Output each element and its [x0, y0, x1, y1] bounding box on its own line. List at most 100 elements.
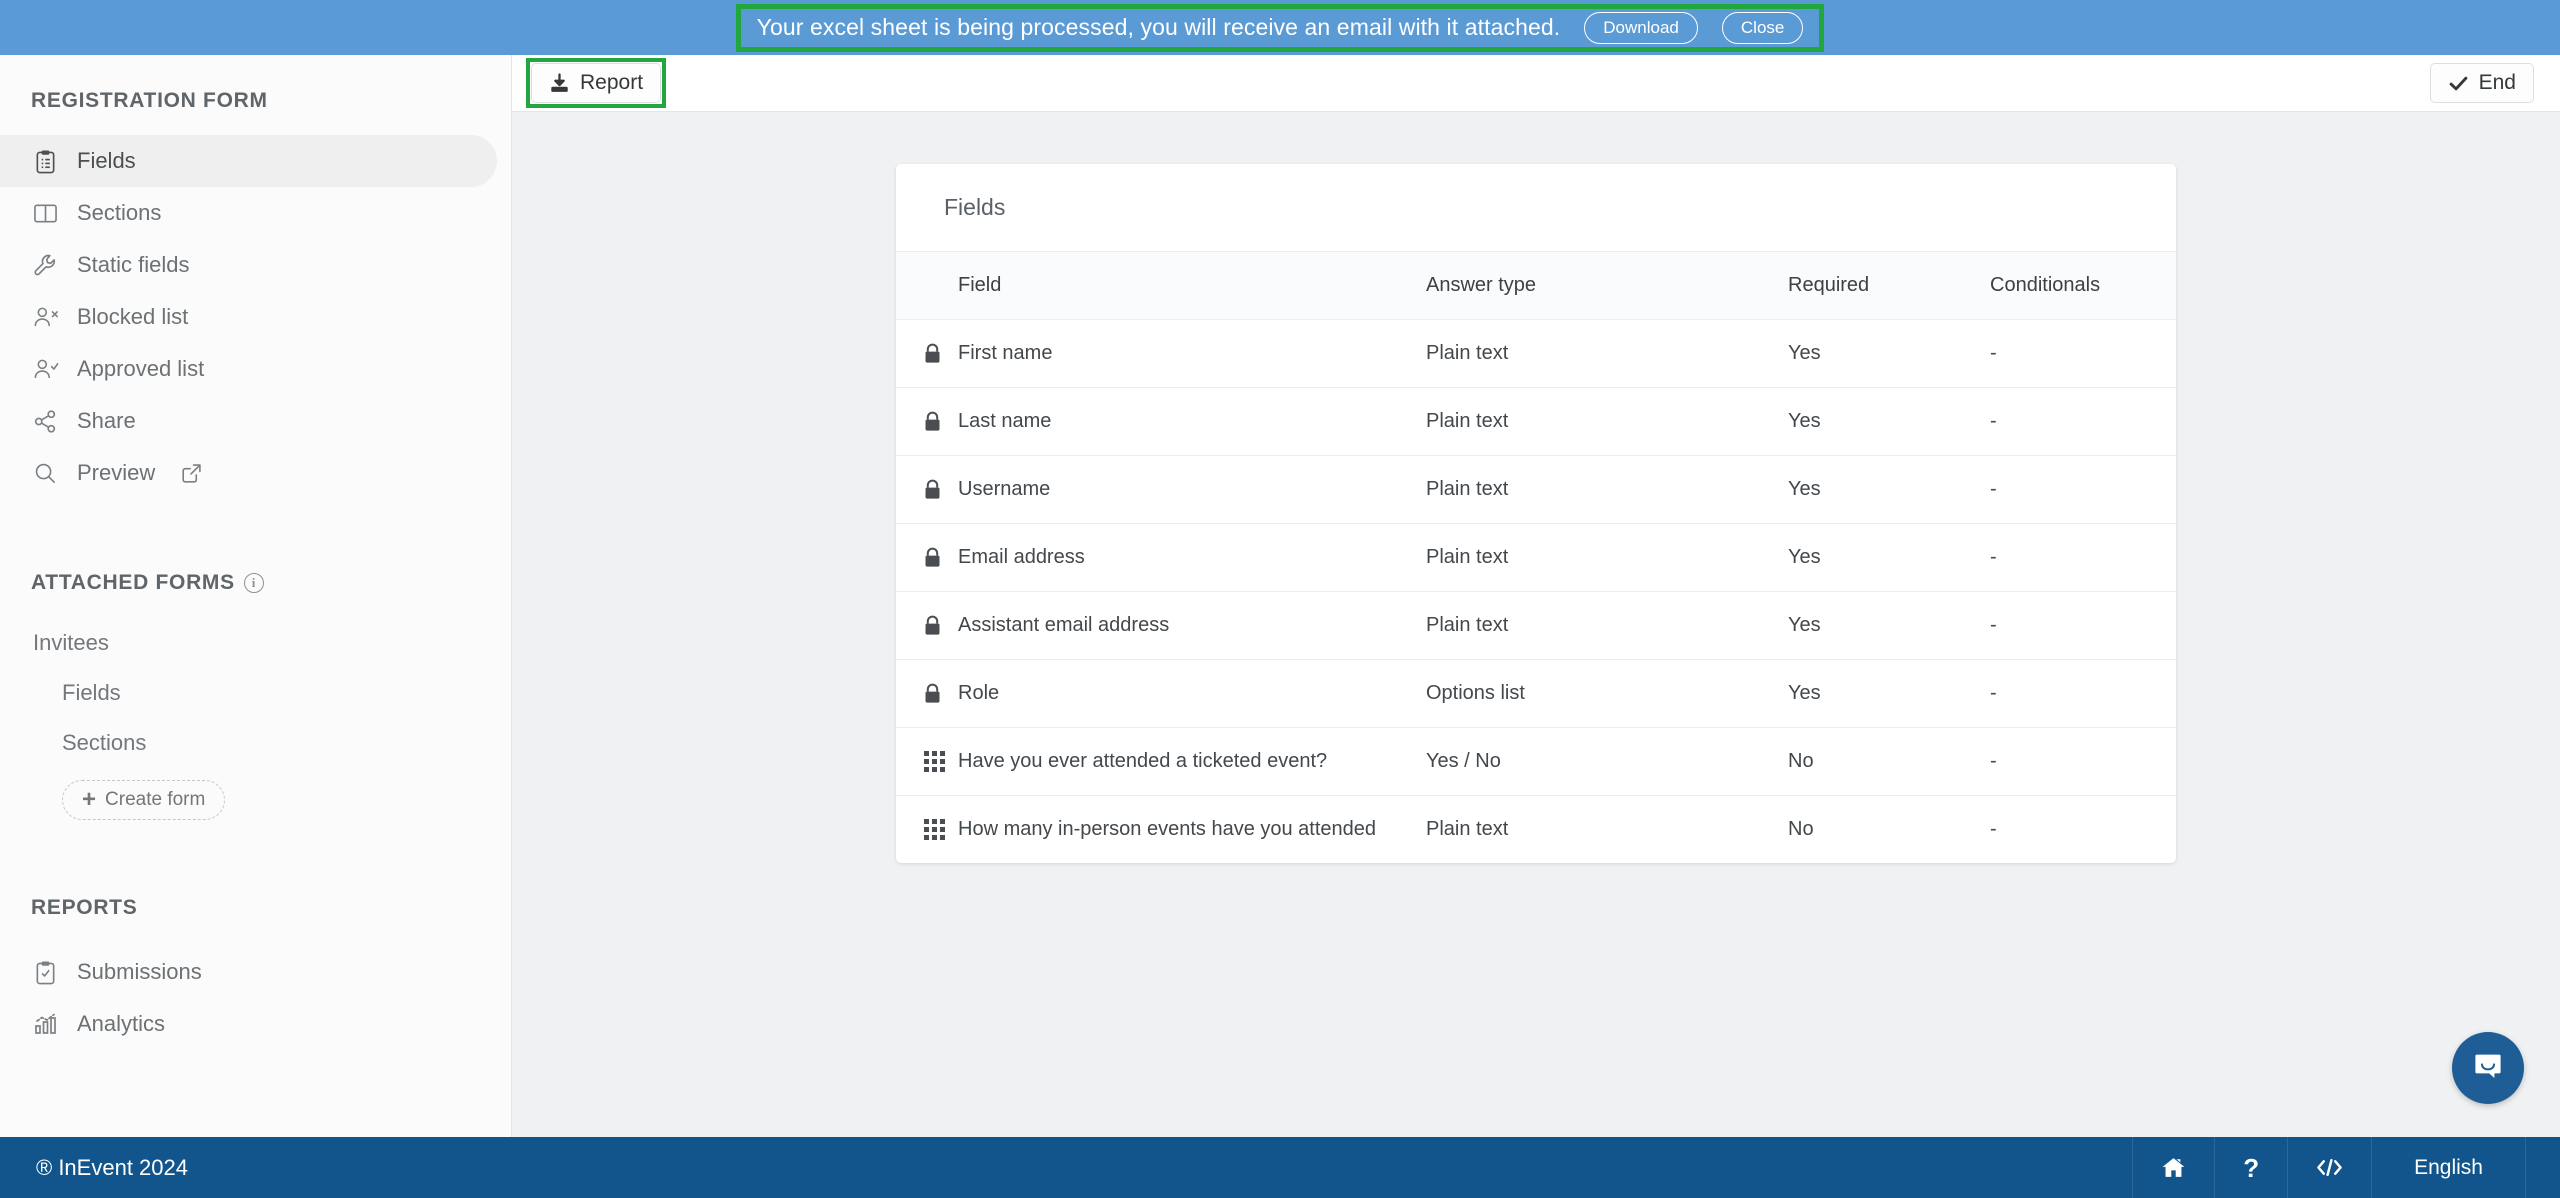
row-icon-cell — [896, 387, 958, 456]
sidebar-item-analytics[interactable]: Analytics — [0, 998, 511, 1050]
notification-banner-box: Your excel sheet is being processed, you… — [735, 3, 1825, 52]
report-label: Report — [580, 71, 644, 94]
footer-copyright: ® InEvent 2024 — [36, 1154, 188, 1180]
attached-child-label: Fields — [62, 680, 121, 705]
sidebar-item-label: Sections — [77, 200, 162, 225]
row-answer-type: Plain text — [1426, 319, 1788, 388]
fields-table: Field Answer type Required Conditionals … — [896, 251, 2176, 863]
lock-icon — [920, 343, 958, 364]
sidebar-item-approved-list[interactable]: Approved list — [0, 343, 511, 395]
sidebar-section-label: ATTACHED FORMS — [31, 571, 235, 594]
row-field: How many in-person events have you atten… — [958, 818, 1377, 840]
sidebar-item-static-fields[interactable]: Static fields — [0, 239, 511, 291]
row-required: Yes — [1788, 659, 1990, 728]
lock-icon — [920, 683, 958, 704]
row-answer-type: Options list — [1426, 659, 1788, 728]
footer-bar: ® InEvent 2024 ? English — [0, 1137, 2560, 1198]
row-field: Email address — [958, 523, 1426, 592]
footer-home-button[interactable] — [2132, 1137, 2214, 1198]
footer-actions: ? English — [2132, 1137, 2526, 1198]
sidebar-item-blocked-list[interactable]: Blocked list — [0, 291, 511, 343]
info-icon[interactable]: i — [243, 573, 264, 593]
footer-language-selector[interactable]: English — [2371, 1137, 2526, 1198]
row-answer-type: Plain text — [1426, 523, 1788, 592]
sidebar-item-share[interactable]: Share — [0, 395, 511, 447]
row-conditionals: - — [1990, 727, 2176, 796]
row-field: Assistant email address — [958, 591, 1426, 660]
end-button[interactable]: End — [2429, 63, 2534, 103]
row-icon-cell — [896, 455, 958, 524]
sidebar-item-label: Analytics — [77, 1011, 166, 1036]
table-row[interactable]: Username Plain text Yes - — [896, 455, 2176, 524]
plus-icon: + — [82, 786, 97, 813]
grid-icon[interactable] — [920, 819, 958, 840]
row-conditionals: - — [1990, 659, 2176, 728]
notification-message: Your excel sheet is being processed, you… — [756, 14, 1561, 40]
sidebar-item-label: Share — [77, 408, 136, 433]
table-row[interactable]: Email address Plain text Yes - — [896, 523, 2176, 592]
table-row[interactable]: Role Options list Yes - — [896, 659, 2176, 728]
sidebar-item-label: Blocked list — [77, 304, 189, 329]
content-toolbar: Report End — [512, 55, 2560, 112]
row-icon-cell — [896, 796, 958, 864]
attached-form-item-sections[interactable]: Sections — [0, 718, 511, 768]
sidebar-item-preview[interactable]: Preview — [0, 447, 511, 499]
row-conditionals: - — [1990, 319, 2176, 388]
row-answer-type: Plain text — [1426, 455, 1788, 524]
close-button[interactable]: Close — [1721, 11, 1804, 44]
table-row[interactable]: Assistant email address Plain text Yes - — [896, 591, 2176, 660]
create-form-label: Create form — [105, 789, 206, 810]
table-row[interactable]: First name Plain text Yes - — [896, 319, 2176, 388]
row-field: Last name — [958, 387, 1426, 456]
download-button[interactable]: Download — [1584, 11, 1698, 44]
sidebar-item-fields[interactable]: Fields — [0, 135, 497, 187]
attached-form-group-invitees[interactable]: Invitees — [0, 618, 511, 668]
sidebar-item-label: Static fields — [77, 252, 190, 277]
attached-group-label: Invitees — [33, 630, 109, 655]
sidebar: REGISTRATION FORM Fields Sections Static… — [0, 55, 512, 1137]
table-body: First name Plain text Yes - Last name Pl… — [896, 319, 2176, 864]
row-answer-type: Plain text — [1426, 591, 1788, 660]
sidebar-item-submissions[interactable]: Submissions — [0, 946, 511, 998]
row-icon-cell — [896, 727, 958, 796]
lock-icon — [920, 615, 958, 636]
footer-language-label: English — [2414, 1155, 2483, 1179]
sidebar-section-registration-form: REGISTRATION FORM — [0, 89, 511, 113]
table-row[interactable]: How many in-person events have you atten… — [896, 796, 2176, 864]
main-content: Fields Field Answer type Required Condit… — [512, 112, 2560, 1137]
row-field: First name — [958, 319, 1426, 388]
grid-icon[interactable] — [920, 751, 958, 772]
footer-code-button[interactable] — [2287, 1137, 2371, 1198]
sidebar-section-reports: REPORTS — [0, 896, 511, 920]
question-icon: ? — [2243, 1152, 2260, 1183]
fields-card: Fields Field Answer type Required Condit… — [896, 164, 2176, 863]
row-answer-type: Plain text — [1426, 818, 1509, 840]
chat-launcher-button[interactable] — [2452, 1032, 2524, 1104]
lock-icon — [920, 547, 958, 568]
sidebar-section-label: REPORTS — [31, 896, 138, 919]
row-field: Username — [958, 455, 1426, 524]
end-label: End — [2478, 71, 2516, 94]
columns-icon — [32, 200, 59, 227]
sidebar-item-sections[interactable]: Sections — [0, 187, 511, 239]
table-row[interactable]: Have you ever attended a ticketed event?… — [896, 727, 2176, 796]
footer-help-button[interactable]: ? — [2214, 1137, 2287, 1198]
row-required: Yes — [1788, 319, 1990, 388]
row-required: No — [1788, 818, 1814, 840]
row-field: Role — [958, 659, 1426, 728]
row-conditionals: - — [1990, 455, 2176, 524]
create-form-button[interactable]: + Create form — [62, 780, 226, 820]
user-x-icon — [32, 304, 59, 331]
row-icon-cell — [896, 659, 958, 728]
header-required: Required — [1788, 274, 1870, 296]
report-button[interactable]: Report — [531, 63, 662, 103]
attached-form-item-fields[interactable]: Fields — [0, 668, 511, 718]
code-icon — [2316, 1157, 2343, 1178]
row-field: Have you ever attended a ticketed event? — [958, 727, 1426, 796]
row-conditionals: - — [1990, 387, 2176, 456]
table-row[interactable]: Last name Plain text Yes - — [896, 387, 2176, 456]
search-icon — [32, 460, 59, 487]
row-conditionals: - — [1990, 591, 2176, 660]
notification-banner: Your excel sheet is being processed, you… — [0, 0, 2560, 55]
row-answer-type: Plain text — [1426, 387, 1788, 456]
